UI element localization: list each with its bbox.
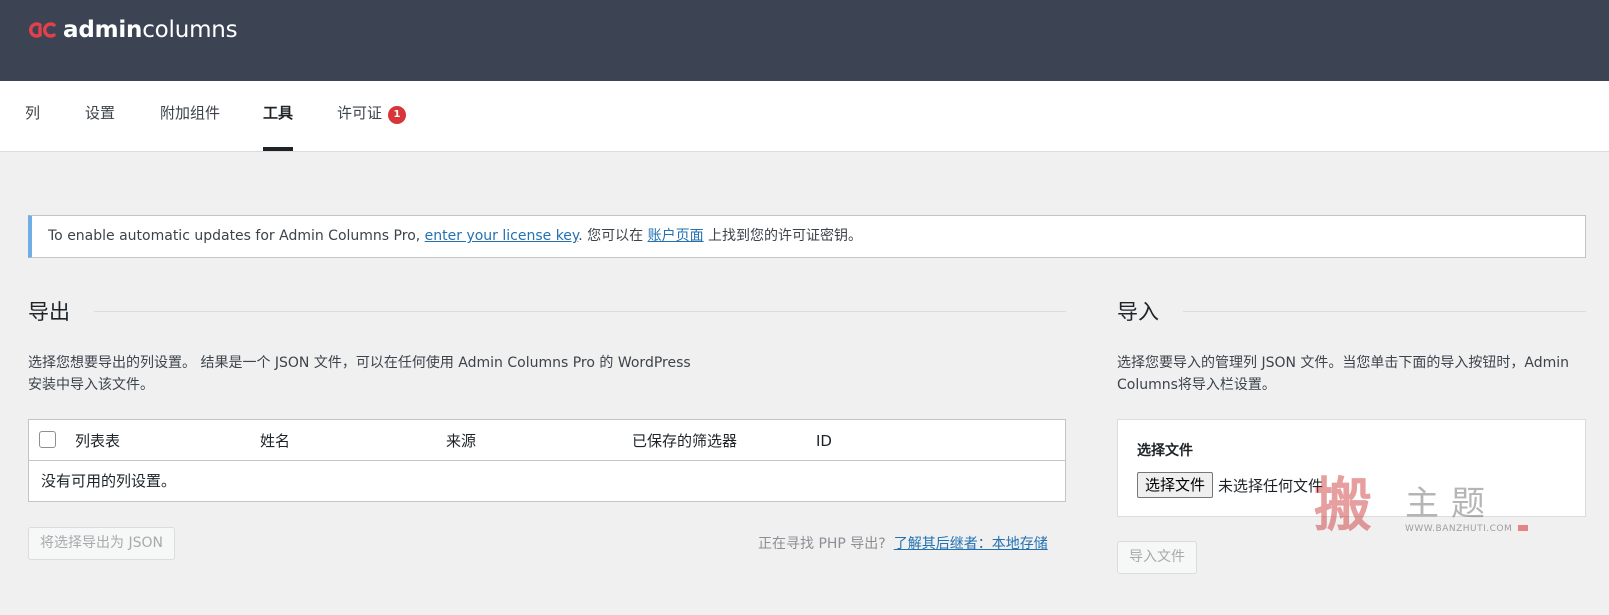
tab-tools[interactable]: 工具 (263, 81, 294, 151)
import-heading: 导入 (1117, 296, 1586, 326)
export-description: 选择您想要导出的列设置。 结果是一个 JSON 文件，可以在任何使用 Admin… (28, 355, 691, 393)
import-file-panel: 选择文件 选择文件 未选择任何文件 (1117, 419, 1586, 517)
local-storage-link[interactable]: 了解其后继者：本地存储 (894, 536, 1048, 552)
admin-header: admincolumns (0, 0, 1609, 81)
table-header: 列表表 姓名 来源 已保存的筛选器 ID (29, 420, 1065, 461)
license-count-badge: 1 (388, 106, 407, 124)
export-json-button[interactable]: 将选择导出为 JSON (28, 527, 175, 560)
import-description: 选择您要导入的管理列 JSON 文件。当您单击下面的导入按钮时，Admin Co… (1117, 355, 1570, 393)
column-header-name: 姓名 (260, 432, 291, 450)
column-header-list-table: 列表表 (75, 432, 121, 450)
file-label: 选择文件 (1137, 443, 1193, 459)
enter-license-key-link[interactable]: enter your license key (425, 228, 579, 244)
file-status: 未选择任何文件 (1218, 476, 1324, 495)
column-header-source: 来源 (446, 432, 477, 450)
account-page-link[interactable]: 账户页面 (648, 228, 704, 244)
export-heading: 导出 (28, 296, 1066, 326)
select-all-checkbox[interactable] (39, 431, 56, 448)
choose-file-button[interactable]: 选择文件 (1137, 472, 1214, 498)
tab-settings[interactable]: 设置 (85, 81, 115, 151)
import-file-button[interactable]: 导入文件 (1117, 541, 1197, 574)
logo-wordmark: admincolumns (63, 17, 238, 43)
divider (94, 310, 1066, 312)
php-export-hint: 正在寻找 PHP 导出? 了解其后继者：本地存储 (758, 536, 1048, 552)
export-table: 列表表 姓名 来源 已保存的筛选器 ID 没有可用的列设置。 (28, 419, 1066, 502)
empty-row: 没有可用的列设置。 (41, 472, 177, 490)
column-header-id: ID (816, 432, 832, 450)
tab-columns[interactable]: 列 (25, 81, 40, 151)
tab-license[interactable]: 许可证 1 (337, 81, 407, 151)
tab-nav: 列 设置 附加组件 工具 许可证 1 (0, 81, 1609, 152)
ac-logo-icon (27, 20, 57, 40)
export-title: 导出 (28, 300, 70, 324)
column-header-saved-filters: 已保存的筛选器 (632, 432, 738, 450)
tab-addons[interactable]: 附加组件 (160, 81, 220, 151)
watermark-url: WWW.BANZHUTI.COM (1405, 524, 1529, 534)
admincolumns-logo[interactable]: admincolumns (27, 16, 238, 44)
file-input: 选择文件 未选择任何文件 (1137, 472, 1566, 498)
divider (1183, 310, 1586, 312)
import-title: 导入 (1117, 300, 1159, 324)
license-notice: To enable automatic updates for Admin Co… (28, 215, 1586, 258)
